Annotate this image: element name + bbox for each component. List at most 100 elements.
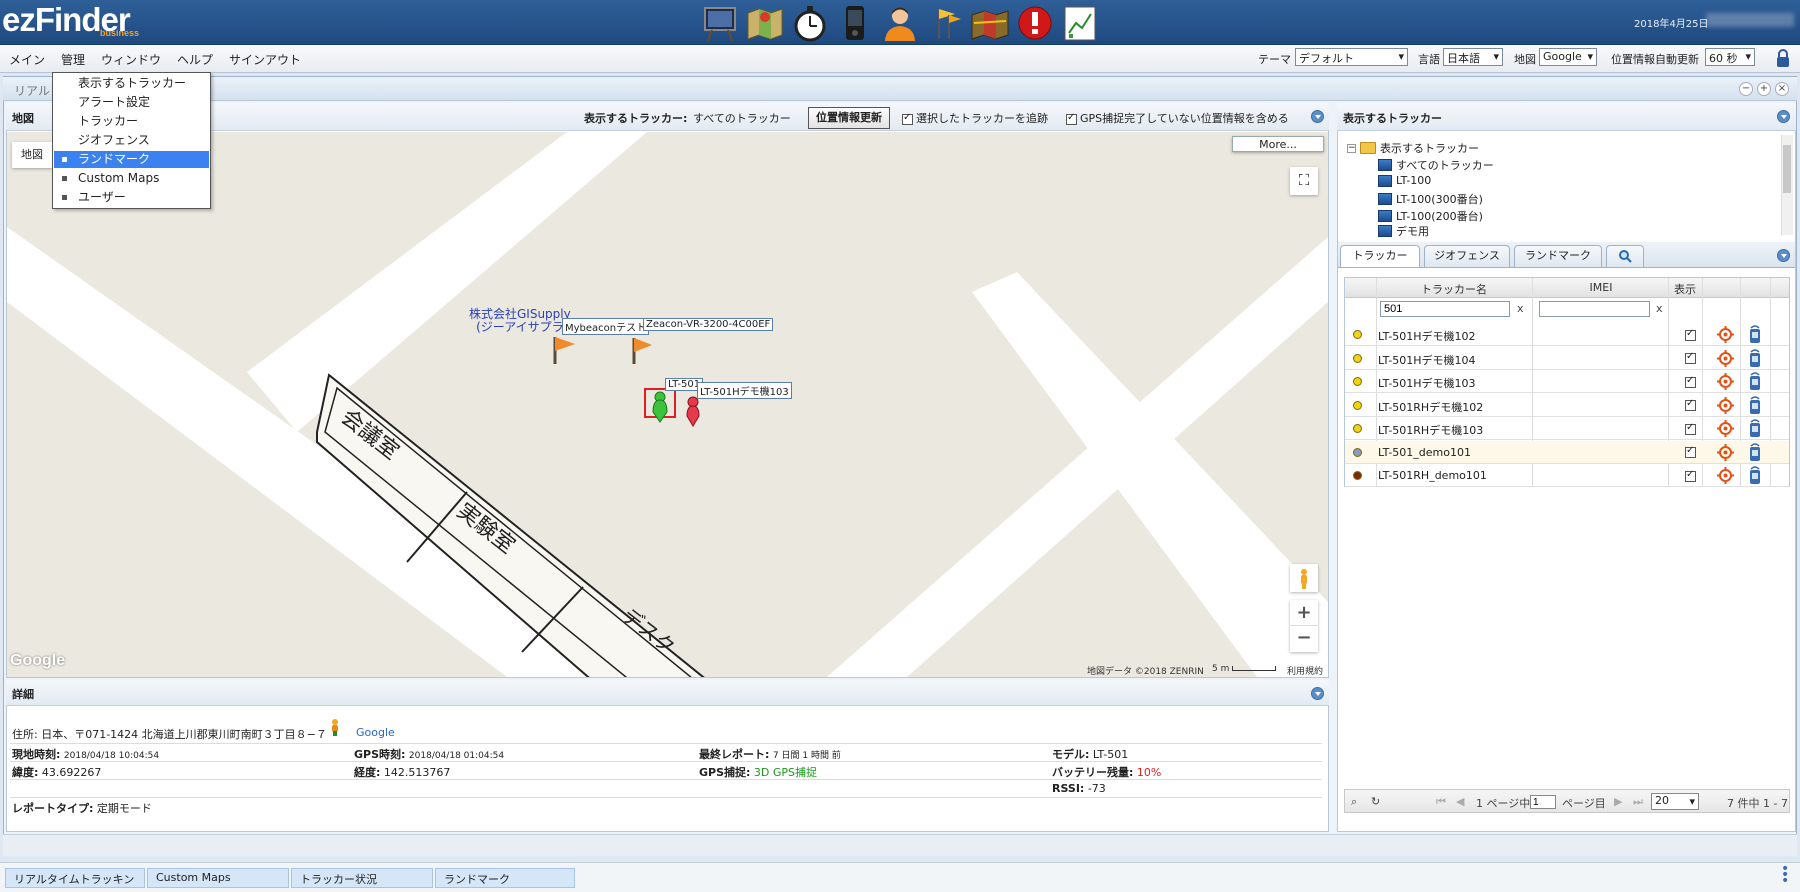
pager-prev-icon[interactable]: ◀ — [1456, 795, 1464, 808]
monitor-board-icon[interactable] — [700, 3, 740, 43]
device-command-icon[interactable] — [1748, 465, 1762, 485]
show-checkbox[interactable] — [1685, 422, 1699, 435]
map-type-button[interactable]: 地図 — [12, 142, 52, 168]
tree-item-lt100-200[interactable]: LT-100(200番台) — [1378, 208, 1483, 224]
tracker-filter-value[interactable]: すべてのトラッカー — [693, 110, 791, 126]
col-header-show[interactable]: 表示 — [1669, 281, 1701, 297]
zoom-in-icon[interactable]: + — [1290, 600, 1318, 626]
follow-tracker-checkbox[interactable] — [902, 112, 913, 125]
filter-imei-clear-icon[interactable]: x — [1656, 302, 1663, 315]
task-custom-maps[interactable]: Custom Maps — [147, 868, 289, 888]
map-layers-icon[interactable] — [970, 3, 1010, 43]
fullscreen-icon[interactable]: ⛶ — [1290, 167, 1318, 195]
locate-target-icon[interactable] — [1717, 349, 1734, 367]
window-close-icon[interactable]: × — [1775, 82, 1789, 96]
tree-collapse-icon[interactable]: − — [1347, 143, 1356, 153]
locate-target-icon[interactable] — [1717, 420, 1734, 437]
dd-trackers-display[interactable]: 表示するトラッカー — [54, 75, 209, 92]
tree-item-lt100-300[interactable]: LT-100(300番台) — [1378, 191, 1483, 207]
locate-target-icon[interactable] — [1717, 443, 1734, 461]
locate-target-icon[interactable] — [1717, 373, 1734, 390]
pager-search-icon[interactable]: ⌕ — [1351, 795, 1357, 809]
zoom-out-icon[interactable]: − — [1290, 626, 1318, 652]
landmark-name[interactable]: 株式会社GISupply (ジーアイサプラ — [469, 308, 571, 334]
pager-next-icon[interactable]: ▶ — [1614, 795, 1622, 808]
show-checkbox[interactable] — [1685, 375, 1699, 388]
auto-update-select[interactable]: 60 秒 — [1705, 48, 1755, 66]
device-command-icon[interactable] — [1748, 371, 1762, 391]
show-checkbox[interactable] — [1685, 398, 1699, 412]
show-checkbox[interactable] — [1685, 469, 1699, 482]
locate-target-icon[interactable] — [1717, 467, 1734, 484]
tabs-collapse-icon[interactable] — [1777, 249, 1790, 262]
device-icon[interactable] — [835, 3, 875, 43]
tab-search-icon[interactable] — [1606, 245, 1644, 267]
locate-target-icon[interactable] — [1717, 396, 1734, 414]
flags-icon[interactable] — [925, 3, 965, 43]
menu-manage[interactable]: 管理 — [61, 51, 85, 68]
street-view-icon[interactable] — [328, 718, 342, 736]
menu-window[interactable]: ウィンドウ — [101, 51, 161, 68]
tracker-row[interactable]: LT-501Hデモ機104 — [1345, 347, 1789, 370]
dd-custom-maps[interactable]: Custom Maps — [54, 170, 209, 187]
tracker-list-collapse-icon[interactable] — [1777, 110, 1790, 123]
alert-icon[interactable] — [1015, 3, 1055, 43]
device-command-icon[interactable] — [1748, 348, 1762, 368]
map-icon[interactable] — [745, 3, 785, 43]
tab-geofence[interactable]: ジオフェンス — [1424, 245, 1510, 267]
window-maximize-icon[interactable]: + — [1757, 82, 1771, 96]
pager-last-icon[interactable]: ⏭ — [1633, 795, 1643, 809]
filter-imei-input[interactable] — [1539, 301, 1650, 317]
filter-name-input[interactable] — [1380, 301, 1510, 317]
task-tracker-status[interactable]: トラッカー状況 — [291, 868, 433, 888]
google-map-link[interactable]: Google — [356, 726, 395, 739]
tracker-row[interactable]: LT-501RHデモ機102 — [1345, 394, 1789, 417]
show-checkbox[interactable] — [1685, 351, 1699, 365]
task-realtime-tracking[interactable]: リアルタイムトラッキン — [5, 868, 145, 888]
window-minimize-icon[interactable]: − — [1739, 82, 1753, 96]
tab-trackers[interactable]: トラッカー — [1340, 245, 1420, 267]
col-header-name[interactable]: トラッカー名 — [1376, 281, 1532, 297]
street-view-pegman-icon[interactable] — [1290, 564, 1318, 592]
map-label-mybeacon[interactable]: Mybeaconテスト — [562, 318, 650, 335]
device-command-icon[interactable] — [1748, 395, 1762, 415]
detail-collapse-icon[interactable] — [1311, 687, 1324, 700]
col-header-imei[interactable]: IMEI — [1533, 281, 1669, 294]
tracker-row[interactable]: LT-501_demo101 — [1345, 440, 1789, 464]
locate-target-icon[interactable] — [1717, 326, 1734, 343]
refresh-location-button[interactable]: 位置情報更新 — [808, 107, 890, 129]
tracker-row[interactable]: LT-501Hデモ機102 — [1345, 323, 1789, 346]
tree-item-lt100[interactable]: LT-100 — [1378, 174, 1431, 187]
lock-icon[interactable] — [1775, 48, 1791, 68]
map-terms-link[interactable]: 利用規約 — [1287, 664, 1323, 677]
map-provider-select[interactable]: Google — [1539, 48, 1597, 66]
map-label-zeacon[interactable]: Zeacon-VR-3200-4C00EF — [643, 318, 774, 331]
chart-report-icon[interactable] — [1060, 3, 1100, 43]
show-checkbox[interactable] — [1685, 328, 1699, 341]
tab-landmark[interactable]: ランドマーク — [1514, 245, 1602, 267]
dd-alert-settings[interactable]: アラート設定 — [54, 94, 209, 111]
dd-trackers[interactable]: トラッカー — [54, 113, 209, 130]
tree-item-demo[interactable]: デモ用 — [1378, 225, 1429, 237]
show-checkbox[interactable] — [1685, 445, 1699, 459]
dd-geofence[interactable]: ジオフェンス — [54, 132, 209, 149]
menu-help[interactable]: ヘルプ — [177, 51, 213, 68]
stopwatch-icon[interactable] — [790, 3, 830, 43]
filter-name-clear-icon[interactable]: x — [1517, 302, 1524, 315]
device-command-icon[interactable] — [1748, 418, 1762, 438]
menu-main[interactable]: メイン — [9, 51, 45, 68]
dd-landmark[interactable]: ランドマーク — [54, 151, 209, 168]
tracker-row[interactable]: LT-501RHデモ機103 — [1345, 417, 1789, 440]
pager-page-input[interactable] — [1530, 795, 1556, 809]
pager-first-icon[interactable]: ⏮ — [1436, 795, 1446, 809]
theme-select[interactable]: デフォルト — [1295, 48, 1408, 66]
tree-root[interactable]: − 表示するトラッカー — [1347, 140, 1479, 156]
language-select[interactable]: 日本語 — [1443, 48, 1503, 66]
follow-tracker-option[interactable]: 選択したトラッカーを追跡 — [902, 110, 1048, 126]
user-icon[interactable] — [880, 3, 920, 43]
map-canvas[interactable]: 地図 More... ⛶ + − 会議室 実験室 デスク 株式会社GISuppl… — [7, 132, 1328, 677]
dd-users[interactable]: ユーザー — [54, 189, 209, 206]
device-command-icon[interactable] — [1748, 324, 1762, 344]
menu-signout[interactable]: サインアウト — [229, 51, 301, 68]
task-landmark[interactable]: ランドマーク — [435, 868, 575, 888]
